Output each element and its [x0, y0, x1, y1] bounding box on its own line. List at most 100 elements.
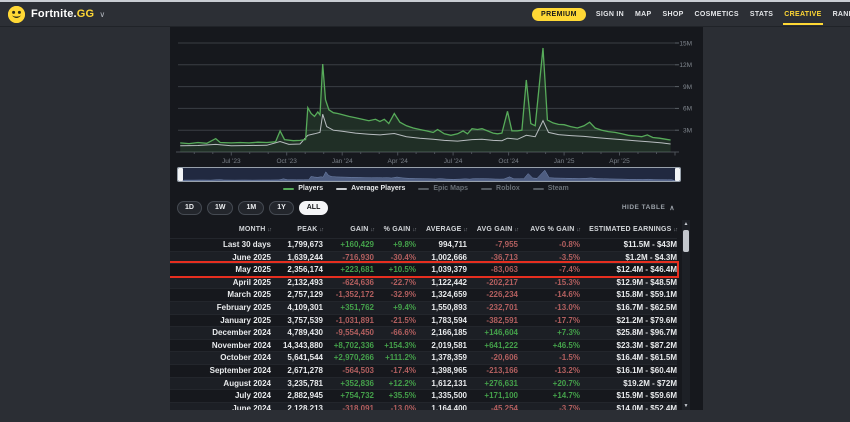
- legend-label: Roblox: [496, 185, 520, 192]
- nav-item-map[interactable]: MAP: [634, 4, 652, 25]
- column-header-average[interactable]: AVERAGE↓↑: [416, 226, 467, 233]
- cell-average: 1,324,659: [416, 289, 467, 301]
- cell-gain_pct: +35.5%: [374, 390, 416, 402]
- table-row: October 20245,641,544+2,970,266+111.2%1,…: [170, 351, 677, 364]
- chart-range-brush[interactable]: [177, 167, 681, 182]
- scroll-down-icon[interactable]: ▼: [682, 402, 690, 410]
- cell-gain: -318,091: [323, 403, 374, 410]
- cell-avg_gain: -45,254: [467, 403, 518, 410]
- cell-average: 1,164,400: [416, 403, 467, 410]
- table-scrollbar[interactable]: ▲ ▼: [682, 220, 690, 410]
- column-header-gain[interactable]: GAIN↓↑: [323, 226, 374, 233]
- cell-avg_gain: -213,166: [467, 365, 518, 377]
- cell-peak: 3,757,539: [271, 315, 323, 327]
- range-button-1m[interactable]: 1M: [238, 201, 264, 215]
- cell-gain: -624,636: [323, 277, 374, 289]
- svg-text:Apr '24: Apr '24: [387, 158, 408, 165]
- premium-button[interactable]: PREMIUM: [532, 8, 586, 21]
- cell-gain: +8,702,336: [323, 340, 374, 352]
- svg-text:3M: 3M: [683, 128, 692, 135]
- range-button-all[interactable]: ALL: [299, 201, 329, 215]
- cell-gain: -1,352,172: [323, 289, 374, 301]
- nav-item-creative[interactable]: CREATIVE: [783, 4, 822, 25]
- cell-avg_gain_pct: -7.4%: [518, 264, 580, 276]
- sort-icon[interactable]: ↓↑: [674, 227, 678, 233]
- cell-gain_pct: -21.5%: [374, 315, 416, 327]
- legend-label: Steam: [548, 185, 569, 192]
- brush-handle-left[interactable]: [178, 168, 183, 181]
- svg-text:6M: 6M: [683, 106, 692, 113]
- cell-month: March 2025: [170, 289, 271, 301]
- scrollbar-thumb[interactable]: [683, 230, 689, 252]
- column-label: ESTIMATED EARNINGS: [589, 226, 671, 233]
- table-row: June 20242,128,213-318,091-13.0%1,164,40…: [170, 402, 677, 410]
- svg-text:Oct '23: Oct '23: [277, 158, 298, 165]
- column-header-avg-gain[interactable]: AVG % GAIN↓↑: [518, 226, 580, 233]
- brush-handle-right[interactable]: [675, 168, 680, 181]
- legend-line-icon: [418, 188, 429, 190]
- legend-item-steam[interactable]: Steam: [533, 185, 569, 192]
- chevron-down-icon[interactable]: ∨: [99, 10, 105, 19]
- site-title-accent: GG: [77, 8, 95, 20]
- cell-month: November 2024: [170, 340, 271, 352]
- cell-earnings: $1.2M - $4.3M: [580, 252, 677, 264]
- cell-earnings: $15.9M - $59.6M: [580, 390, 677, 402]
- cell-peak: 2,882,945: [271, 390, 323, 402]
- table-body: Last 30 days1,799,673+160,429+9.8%994,71…: [170, 238, 703, 410]
- cell-month: September 2024: [170, 365, 271, 377]
- range-button-1y[interactable]: 1Y: [269, 201, 294, 215]
- cell-gain: -716,930: [323, 252, 374, 264]
- range-button-1d[interactable]: 1D: [177, 201, 202, 215]
- legend-item-average-players[interactable]: Average Players: [336, 185, 405, 192]
- table-row-highlighted: May 20252,356,174+223,681+10.5%1,039,379…: [170, 263, 677, 276]
- range-button-1w[interactable]: 1W: [207, 201, 234, 215]
- legend-label: Epic Maps: [433, 185, 468, 192]
- cell-avg_gain: -382,591: [467, 315, 518, 327]
- cell-earnings: $25.8M - $96.7M: [580, 327, 677, 339]
- table-row: June 20251,639,244-716,930-30.4%1,002,66…: [170, 251, 677, 264]
- cell-earnings: $12.4M - $46.4M: [580, 264, 677, 276]
- legend-label: Average Players: [351, 185, 405, 192]
- cell-avg_gain_pct: +20.7%: [518, 378, 580, 390]
- cell-gain_pct: +9.8%: [374, 239, 416, 251]
- nav-item-cosmetics[interactable]: COSMETICS: [694, 4, 740, 25]
- cell-gain: -1,031,891: [323, 315, 374, 327]
- nav-item-rankings[interactable]: RANKINGS: [832, 4, 850, 25]
- hide-table-button[interactable]: HIDE TABLE ∧: [616, 203, 681, 213]
- column-header-month[interactable]: MONTH↓↑: [170, 226, 271, 233]
- site-title[interactable]: Fortnite.GG: [31, 8, 94, 20]
- cell-peak: 2,356,174: [271, 264, 323, 276]
- legend-item-epic-maps[interactable]: Epic Maps: [418, 185, 468, 192]
- chevron-up-icon: ∧: [669, 204, 675, 212]
- cell-month: February 2025: [170, 302, 271, 314]
- cell-earnings: $15.8M - $59.1M: [580, 289, 677, 301]
- scroll-up-icon[interactable]: ▲: [682, 220, 690, 228]
- fortnitegg-logo-icon[interactable]: [8, 6, 25, 23]
- column-header-avg-gain[interactable]: AVG GAIN↓↑: [467, 226, 518, 233]
- column-label: MONTH: [239, 226, 266, 233]
- cell-avg_gain: -36,713: [467, 252, 518, 264]
- cell-earnings: $12.9M - $48.5M: [580, 277, 677, 289]
- table-row: September 20242,671,278-564,503-17.4%1,3…: [170, 364, 677, 377]
- cell-earnings: $16.7M - $62.5M: [580, 302, 677, 314]
- cell-earnings: $11.5M - $43M: [580, 239, 677, 251]
- cell-gain: +2,970,266: [323, 352, 374, 364]
- table-row: July 20242,882,945+754,732+35.5%1,335,50…: [170, 389, 677, 402]
- nav-item-stats[interactable]: STATS: [749, 4, 774, 25]
- legend-item-players[interactable]: Players: [283, 185, 323, 192]
- column-header-estimated-earnings[interactable]: ESTIMATED EARNINGS↓↑: [580, 226, 677, 233]
- cell-average: 1,783,594: [416, 315, 467, 327]
- nav-item-sign-in[interactable]: SIGN IN: [595, 4, 625, 25]
- nav-item-shop[interactable]: SHOP: [662, 4, 685, 25]
- column-header-peak[interactable]: PEAK↓↑: [271, 226, 323, 233]
- cell-earnings: $19.2M - $72M: [580, 378, 677, 390]
- cell-gain_pct: +111.2%: [374, 352, 416, 364]
- stats-table: MONTH↓↑PEAK↓↑GAIN↓↑% GAIN↓↑AVERAGE↓↑AVG …: [170, 220, 703, 410]
- players-chart[interactable]: 15M12M9M6M3MJul '23Oct '23Jan '24Apr '24…: [170, 27, 703, 167]
- legend-item-roblox[interactable]: Roblox: [481, 185, 520, 192]
- cell-gain_pct: +12.2%: [374, 378, 416, 390]
- cell-gain: +160,429: [323, 239, 374, 251]
- cell-gain_pct: -13.0%: [374, 403, 416, 410]
- column-header--gain[interactable]: % GAIN↓↑: [374, 226, 416, 233]
- brush-mini-chart: [182, 168, 676, 181]
